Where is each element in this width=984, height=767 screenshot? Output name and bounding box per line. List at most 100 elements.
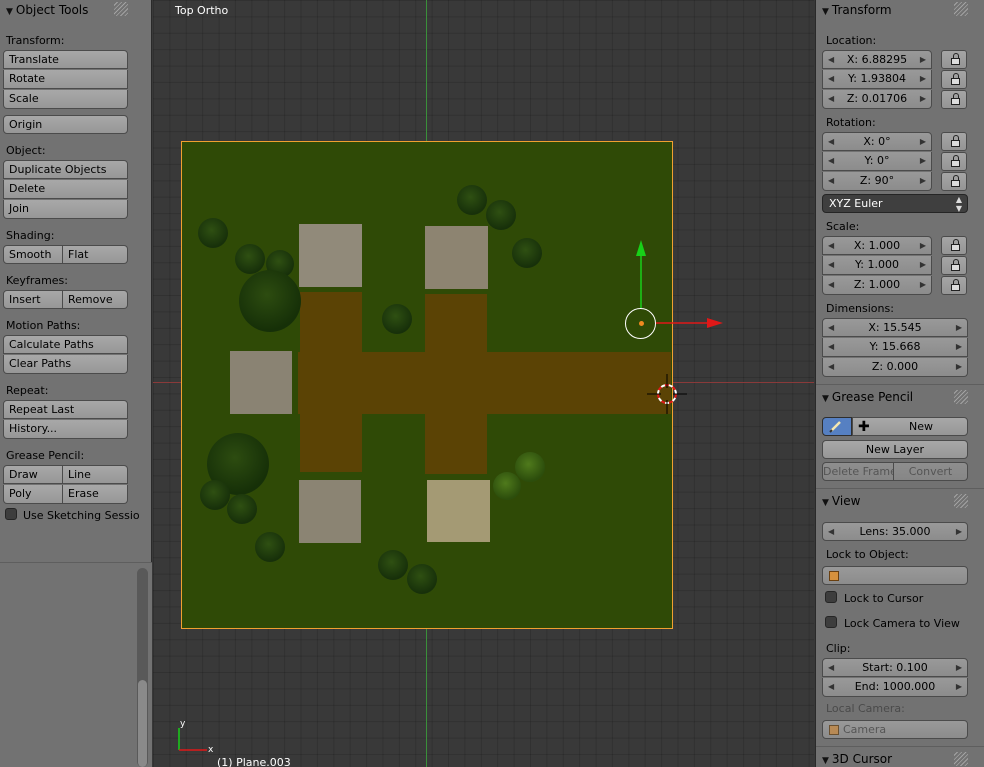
lock-to-object-label: Lock to Object: bbox=[826, 548, 909, 561]
lock-location-x-icon[interactable] bbox=[941, 50, 967, 69]
y-arrow-head-icon bbox=[636, 240, 646, 256]
rotation-x-field[interactable]: ◀ X: 0° ▶ bbox=[822, 132, 932, 151]
sketching-session-checkbox[interactable] bbox=[5, 508, 17, 520]
erase-button[interactable]: Erase bbox=[63, 485, 128, 504]
repeat-label: Repeat: bbox=[6, 384, 49, 397]
object-tools-header[interactable]: ▼ Object Tools bbox=[0, 0, 152, 20]
lock-rotation-x-icon[interactable] bbox=[941, 132, 967, 151]
rotate-button[interactable]: Rotate bbox=[3, 70, 128, 89]
location-x-field[interactable]: ◀ X: 6.88295 ▶ bbox=[822, 50, 932, 69]
updown-arrows-icon: ▲ ▼ bbox=[955, 195, 962, 213]
lock-scale-z-icon[interactable] bbox=[941, 276, 967, 295]
panel-grip-icon[interactable] bbox=[954, 390, 968, 404]
duplicate-objects-button[interactable]: Duplicate Objects bbox=[3, 160, 128, 179]
rotation-label: Rotation: bbox=[826, 116, 876, 129]
convert-button[interactable]: Convert bbox=[894, 462, 968, 481]
delete-button[interactable]: Delete bbox=[3, 180, 128, 199]
gizmo-x-label: x bbox=[208, 745, 214, 755]
scale-button[interactable]: Scale bbox=[3, 90, 128, 109]
lock-to-cursor-label: Lock to Cursor bbox=[844, 592, 924, 605]
sketching-session-label: Use Sketching Sessio bbox=[23, 509, 140, 522]
scale-x-field[interactable]: ◀ X: 1.000 ▶ bbox=[822, 236, 932, 255]
pencil-icon bbox=[829, 421, 841, 433]
scale-y-field[interactable]: ◀ Y: 1.000 ▶ bbox=[822, 256, 932, 275]
draw-button[interactable]: Draw bbox=[3, 465, 63, 484]
panel-grip-icon[interactable] bbox=[954, 2, 968, 16]
rotation-mode-select[interactable]: XYZ Euler ▲ ▼ bbox=[822, 194, 968, 213]
panel-grip-icon[interactable] bbox=[954, 752, 968, 766]
location-z-field[interactable]: ◀ Z: 0.01706 ▶ bbox=[822, 90, 932, 109]
insert-keyframe-button[interactable]: Insert bbox=[3, 290, 63, 309]
section-divider bbox=[816, 488, 984, 489]
dimensions-z-field[interactable]: ◀ Z: 0.000 ▶ bbox=[822, 358, 968, 377]
x-arrow-head-icon bbox=[707, 318, 723, 328]
lock-scale-y-icon[interactable] bbox=[941, 256, 967, 275]
delete-frame-button[interactable]: Delete Frame bbox=[822, 462, 894, 481]
poly-button[interactable]: Poly bbox=[3, 485, 63, 504]
keyframes-label: Keyframes: bbox=[6, 274, 68, 287]
lock-camera-to-view-label: Lock Camera to View bbox=[844, 617, 960, 630]
local-camera-field[interactable]: Camera bbox=[822, 720, 968, 739]
location-y-field[interactable]: ◀ Y: 1.93804 ▶ bbox=[822, 70, 932, 89]
smooth-button[interactable]: Smooth bbox=[3, 245, 63, 264]
3d-cursor-icon bbox=[647, 374, 687, 414]
join-button[interactable]: Join bbox=[3, 200, 128, 219]
lock-location-z-icon[interactable] bbox=[941, 90, 967, 109]
translate-button[interactable]: Translate bbox=[3, 50, 128, 69]
object-cube-icon bbox=[829, 571, 839, 581]
remove-keyframe-button[interactable]: Remove bbox=[63, 290, 128, 309]
flat-button[interactable]: Flat bbox=[63, 245, 128, 264]
calculate-paths-button[interactable]: Calculate Paths bbox=[3, 335, 128, 354]
rotation-z-field[interactable]: ◀ Z: 90° ▶ bbox=[822, 172, 932, 191]
lock-rotation-y-icon[interactable] bbox=[941, 152, 967, 171]
location-label: Location: bbox=[826, 34, 877, 47]
dimensions-x-field[interactable]: ◀ X: 15.545 ▶ bbox=[822, 318, 968, 337]
lock-rotation-z-icon[interactable] bbox=[941, 172, 967, 191]
motion-paths-label: Motion Paths: bbox=[6, 319, 81, 332]
rotation-y-field[interactable]: ◀ Y: 0° ▶ bbox=[822, 152, 932, 171]
dimensions-label: Dimensions: bbox=[826, 302, 894, 315]
section-divider bbox=[816, 384, 984, 385]
line-button[interactable]: Line bbox=[63, 465, 128, 484]
panel-grip-icon[interactable] bbox=[114, 2, 128, 16]
history-button[interactable]: History... bbox=[3, 420, 128, 439]
tool-shelf: ▼ Object Tools Transform: Translate Rotat… bbox=[0, 0, 152, 767]
tool-shelf-scrollbar[interactable] bbox=[137, 568, 148, 767]
lock-scale-x-icon[interactable] bbox=[941, 236, 967, 255]
origin-button[interactable]: Origin bbox=[3, 115, 128, 134]
shading-label: Shading: bbox=[6, 229, 55, 242]
gizmo-y-label: y bbox=[180, 719, 186, 729]
grease-pencil-toggle[interactable] bbox=[822, 417, 852, 436]
lock-to-cursor-checkbox[interactable] bbox=[825, 591, 837, 603]
panel-grip-icon[interactable] bbox=[954, 494, 968, 508]
lens-field[interactable]: ◀ Lens: 35.000 ▶ bbox=[822, 522, 968, 541]
3d-viewport[interactable]: y x Top Ortho (1) Plane.003 bbox=[153, 0, 814, 767]
scrollbar-thumb[interactable] bbox=[138, 680, 147, 767]
new-grease-pencil-button[interactable]: ✚ New bbox=[852, 417, 968, 436]
clip-end-field[interactable]: ◀ End: 1000.000 ▶ bbox=[822, 678, 968, 697]
operator-panel bbox=[0, 562, 152, 767]
lock-camera-to-view-checkbox[interactable] bbox=[825, 616, 837, 628]
properties-panel: ▼ Transform Location: ◀ X: 6.88295 ▶ ◀ Y: 1.… bbox=[815, 0, 984, 767]
lock-to-object-field[interactable] bbox=[822, 566, 968, 585]
grease-pencil-label: Grease Pencil: bbox=[6, 449, 85, 462]
collapse-triangle-icon: ▼ bbox=[6, 7, 13, 17]
clip-start-field[interactable]: ◀ Start: 0.100 ▶ bbox=[822, 658, 968, 677]
local-camera-label: Local Camera: bbox=[826, 702, 905, 715]
dimensions-y-field[interactable]: ◀ Y: 15.668 ▶ bbox=[822, 338, 968, 357]
scale-label: Scale: bbox=[826, 220, 860, 233]
new-layer-button[interactable]: New Layer bbox=[822, 440, 968, 459]
clip-label: Clip: bbox=[826, 642, 851, 655]
lock-location-y-icon[interactable] bbox=[941, 70, 967, 89]
repeat-last-button[interactable]: Repeat Last bbox=[3, 400, 128, 419]
section-divider bbox=[816, 746, 984, 747]
viewport-overlay: y x bbox=[178, 240, 723, 755]
collapse-triangle-icon: ▼ bbox=[822, 7, 829, 17]
active-object-label: (1) Plane.003 bbox=[217, 756, 291, 767]
view-name-label: Top Ortho bbox=[175, 4, 229, 17]
clear-paths-button[interactable]: Clear Paths bbox=[3, 355, 128, 374]
scale-z-field[interactable]: ◀ Z: 1.000 ▶ bbox=[822, 276, 932, 295]
object-label: Object: bbox=[6, 144, 46, 157]
camera-icon bbox=[829, 725, 839, 735]
collapse-triangle-icon: ▼ bbox=[822, 394, 829, 404]
